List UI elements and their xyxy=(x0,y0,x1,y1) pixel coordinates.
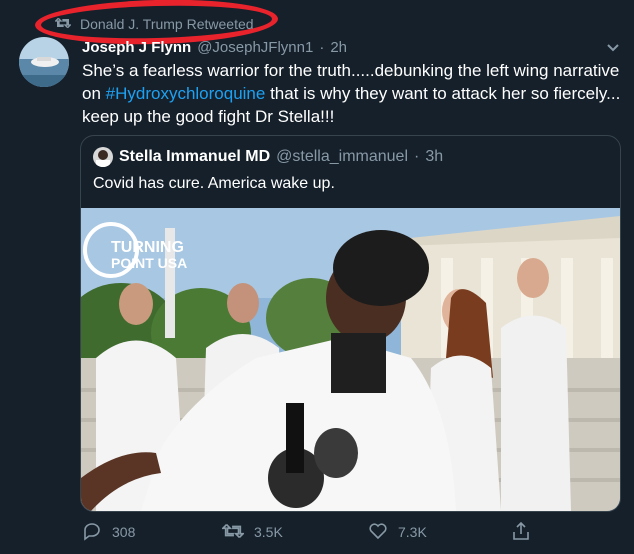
share-icon xyxy=(512,521,530,544)
quote-author-handle: @stella_immanuel xyxy=(276,148,409,165)
retweet-context[interactable]: Donald J. Trump Retweeted xyxy=(54,13,254,35)
retweet-count: 3.5K xyxy=(254,524,283,540)
tweet-header: Joseph J Flynn @JosephJFlynn1 · 2h xyxy=(82,36,347,58)
watermark-line1: TURNING xyxy=(111,239,184,256)
quote-media-image[interactable]: TURNING POINT USA xyxy=(81,208,620,511)
reply-count: 308 xyxy=(112,524,136,540)
quote-separator-dot: · xyxy=(414,148,420,165)
reply-action[interactable]: 308 xyxy=(82,521,135,543)
like-count: 7.3K xyxy=(398,524,427,540)
hashtag-link[interactable]: #Hydroxychloroquine xyxy=(106,84,266,103)
reply-icon xyxy=(82,521,102,544)
separator-dot: · xyxy=(319,38,325,56)
retweet-icon xyxy=(220,521,246,544)
retweet-label: Donald J. Trump Retweeted xyxy=(80,16,254,32)
tweet-time[interactable]: 2h xyxy=(330,39,347,56)
author-avatar[interactable] xyxy=(19,37,69,87)
retweet-icon xyxy=(54,16,72,33)
share-action[interactable] xyxy=(512,521,530,543)
author-handle[interactable]: @JosephJFlynn1 xyxy=(197,39,313,56)
quote-time: 3h xyxy=(425,148,444,165)
quote-author-name: Stella Immanuel MD xyxy=(119,148,271,165)
author-name[interactable]: Joseph J Flynn xyxy=(82,39,191,56)
quoted-tweet-card[interactable]: Stella Immanuel MD @stella_immanuel · 3h… xyxy=(80,135,621,512)
like-action[interactable]: 7.3K xyxy=(368,521,427,543)
chevron-down-icon[interactable] xyxy=(603,37,623,57)
quote-header: Stella Immanuel MD @stella_immanuel · 3h xyxy=(93,146,443,168)
watermark-line2: POINT USA xyxy=(111,255,187,271)
tweet-text: She’s a fearless warrior for the truth..… xyxy=(82,59,622,128)
retweet-action[interactable]: 3.5K xyxy=(220,521,283,544)
heart-icon xyxy=(368,521,388,544)
quote-text: Covid has cure. America wake up. xyxy=(93,175,335,192)
quote-author-avatar xyxy=(93,147,113,167)
